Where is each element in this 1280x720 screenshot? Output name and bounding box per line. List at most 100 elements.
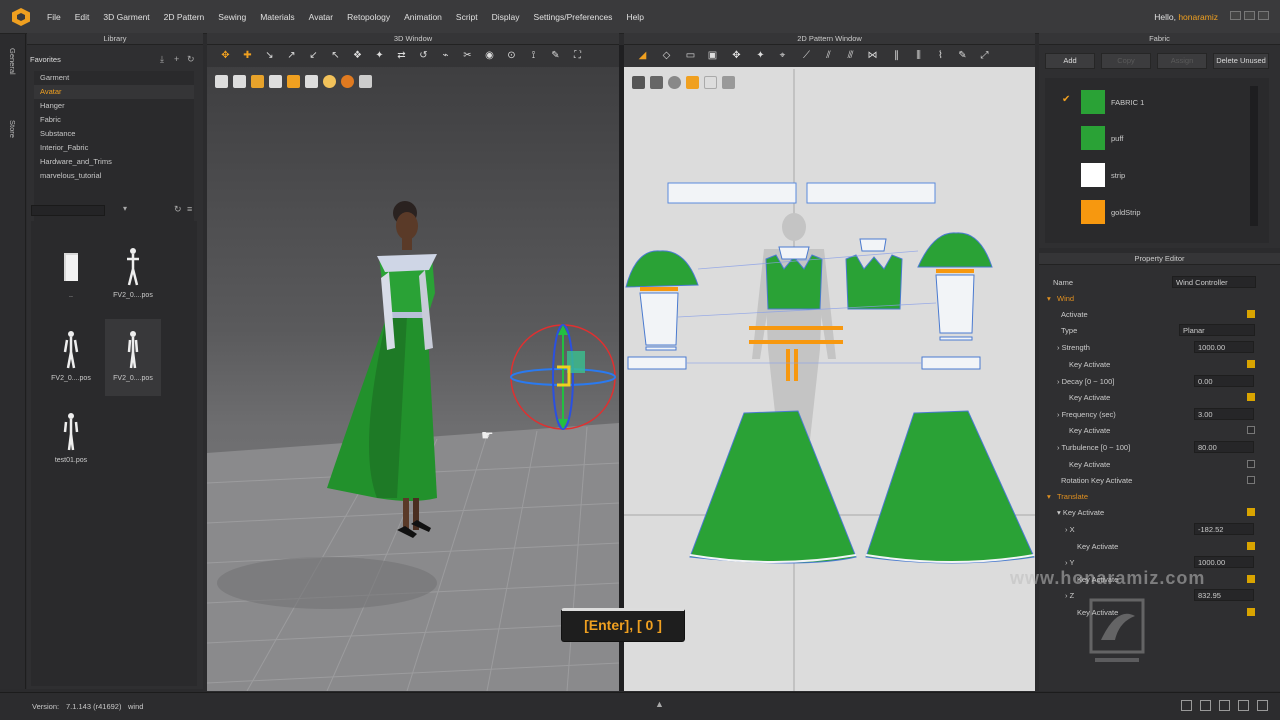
- library-item-hardware[interactable]: Hardware_and_Trims: [34, 155, 194, 169]
- fabric-name[interactable]: puff: [1111, 134, 1123, 143]
- 2d-pattern-window[interactable]: 2D Pattern Window ◢ ◇ ▭ ▣ ✥ ✦ ⌖ ⟋ ⫽ ⫻ ⋈ …: [624, 33, 1035, 691]
- wind-section-toggle[interactable]: ▾: [1047, 294, 1051, 303]
- avatar-3d[interactable]: [317, 198, 447, 543]
- display-light-icon[interactable]: [305, 75, 318, 88]
- add-fabric-button[interactable]: Add: [1045, 53, 1095, 69]
- elastic-icon[interactable]: ⫼: [912, 49, 925, 62]
- menu-3d-garment[interactable]: 3D Garment: [96, 12, 156, 22]
- layout-triple-icon[interactable]: [1219, 700, 1230, 711]
- z-field[interactable]: 832.95: [1194, 589, 1254, 601]
- free-sewing-icon[interactable]: ⫻: [844, 49, 857, 62]
- menu-sewing[interactable]: Sewing: [211, 12, 253, 22]
- x-field[interactable]: -182.52: [1194, 523, 1254, 535]
- display-stress-icon[interactable]: [251, 75, 264, 88]
- turbulence-key-checkbox[interactable]: [1247, 460, 1255, 468]
- menu-animation[interactable]: Animation: [397, 12, 449, 22]
- copy-fabric-button[interactable]: Copy: [1101, 53, 1151, 69]
- menu-file[interactable]: File: [40, 12, 68, 22]
- layout-split-icon[interactable]: [1200, 700, 1211, 711]
- thumb-parent-folder[interactable]: ..: [43, 243, 99, 315]
- internal-polygon-icon[interactable]: ✦: [754, 49, 767, 62]
- library-item-avatar[interactable]: Avatar: [34, 85, 194, 99]
- garment-tool-icon[interactable]: ❖: [351, 49, 364, 62]
- display-texture-icon[interactable]: [341, 75, 354, 88]
- library-item-interior-fabric[interactable]: Interior_Fabric: [34, 141, 194, 155]
- notch-icon[interactable]: ⌇: [934, 49, 947, 62]
- buttonhole-tool-icon[interactable]: ⊙: [505, 49, 518, 62]
- menu-display[interactable]: Display: [485, 12, 527, 22]
- pattern-canvas[interactable]: [624, 69, 1035, 691]
- menu-settings[interactable]: Settings/Preferences: [527, 12, 620, 22]
- thumb-pose[interactable]: FV2_0....pos: [105, 243, 161, 315]
- refresh-icon[interactable]: ↻: [174, 204, 182, 215]
- user-name[interactable]: honaramiz: [1178, 12, 1218, 22]
- menu-retopology[interactable]: Retopology: [340, 12, 397, 22]
- turbulence-field[interactable]: 80.00: [1194, 441, 1254, 453]
- display-pattern-icon[interactable]: [287, 75, 300, 88]
- library-item-substance[interactable]: Substance: [34, 127, 194, 141]
- flip-tool-icon[interactable]: ⇄: [395, 49, 408, 62]
- name-field[interactable]: Wind Controller: [1172, 276, 1256, 288]
- library-search-input[interactable]: [31, 205, 105, 216]
- measure-tool-icon[interactable]: ✎: [549, 49, 562, 62]
- edit-sewing-icon[interactable]: ⋈: [866, 49, 879, 62]
- wind-gizmo[interactable]: [509, 323, 619, 433]
- rectangle-icon[interactable]: ✥: [730, 49, 743, 62]
- fold-line-icon[interactable]: ∥: [890, 49, 903, 62]
- edit-curve-icon[interactable]: ▭: [684, 49, 697, 62]
- tack-tool-icon[interactable]: ↗: [285, 49, 298, 62]
- y-field[interactable]: 1000.00: [1194, 556, 1254, 568]
- library-item-tutorial[interactable]: marvelous_tutorial: [34, 169, 194, 183]
- shirt-tool-icon[interactable]: ✦: [373, 49, 386, 62]
- fabric-swatch[interactable]: [1081, 90, 1105, 114]
- frequency-key-checkbox[interactable]: [1247, 426, 1255, 434]
- menu-edit[interactable]: Edit: [68, 12, 97, 22]
- display-garment-icon[interactable]: [215, 75, 228, 88]
- sew-tool-icon[interactable]: ✂: [461, 49, 474, 62]
- fabric-swatch[interactable]: [1081, 163, 1105, 187]
- chevron-down-icon[interactable]: ▾: [123, 204, 127, 213]
- grain-icon[interactable]: ⤢: [978, 49, 991, 62]
- menu-avatar[interactable]: Avatar: [302, 12, 340, 22]
- delete-unused-button[interactable]: Delete Unused: [1213, 53, 1269, 69]
- fold-tool-icon[interactable]: ↖: [329, 49, 342, 62]
- transform-pattern-icon[interactable]: ◢: [636, 49, 649, 62]
- refresh-icon[interactable]: ↻: [187, 54, 195, 65]
- fabric-name[interactable]: strip: [1111, 171, 1125, 180]
- x-key-checkbox[interactable]: [1247, 542, 1255, 550]
- close-button[interactable]: [1258, 11, 1269, 20]
- edit-pattern-icon[interactable]: ◇: [660, 49, 673, 62]
- polygon-icon[interactable]: ▣: [706, 49, 719, 62]
- rotation-key-checkbox[interactable]: [1247, 476, 1255, 484]
- maximize-button[interactable]: [1244, 11, 1255, 20]
- select-move-tool-icon[interactable]: ✥: [219, 49, 232, 62]
- download-icon[interactable]: ⤓: [160, 54, 164, 65]
- thumb-pose[interactable]: test01.pos: [43, 408, 99, 480]
- fabric-swatch[interactable]: [1081, 200, 1105, 224]
- fabric-name[interactable]: FABRIC 1: [1111, 98, 1144, 107]
- texture-tool-icon[interactable]: ⛶: [571, 49, 584, 62]
- menu-materials[interactable]: Materials: [253, 12, 301, 22]
- activate-checkbox[interactable]: [1247, 310, 1255, 318]
- translate-key-checkbox[interactable]: [1247, 508, 1255, 516]
- layout-grid-icon[interactable]: [1257, 700, 1268, 711]
- segment-sewing-icon[interactable]: ⫽: [822, 49, 835, 62]
- 3d-window[interactable]: 3D Window ✥ ✚ ↘ ↗ ↙ ↖ ❖ ✦ ⇄ ↺ ⌁ ✂ ◉ ⊙ ⟟ …: [207, 33, 619, 691]
- menu-help[interactable]: Help: [619, 12, 650, 22]
- minimize-button[interactable]: [1230, 11, 1241, 20]
- tab-general[interactable]: General: [8, 48, 17, 75]
- transform-tool-icon[interactable]: ✚: [241, 49, 254, 62]
- trace-icon[interactable]: ⟋: [800, 49, 813, 62]
- library-item-hanger[interactable]: Hanger: [34, 99, 194, 113]
- decay-key-checkbox[interactable]: [1247, 393, 1255, 401]
- library-item-garment[interactable]: Garment: [34, 71, 194, 85]
- z-key-checkbox[interactable]: [1247, 608, 1255, 616]
- edit-point-tool-icon[interactable]: ↘: [263, 49, 276, 62]
- pencil-icon[interactable]: ✎: [956, 49, 969, 62]
- dart-icon[interactable]: ⌖: [776, 49, 789, 62]
- strength-field[interactable]: 1000.00: [1194, 341, 1254, 353]
- pin-tool-icon[interactable]: ↙: [307, 49, 320, 62]
- add-icon[interactable]: +: [174, 54, 179, 64]
- thumb-pose[interactable]: FV2_0....pos: [43, 326, 99, 398]
- fabric-scrollbar[interactable]: [1250, 86, 1258, 226]
